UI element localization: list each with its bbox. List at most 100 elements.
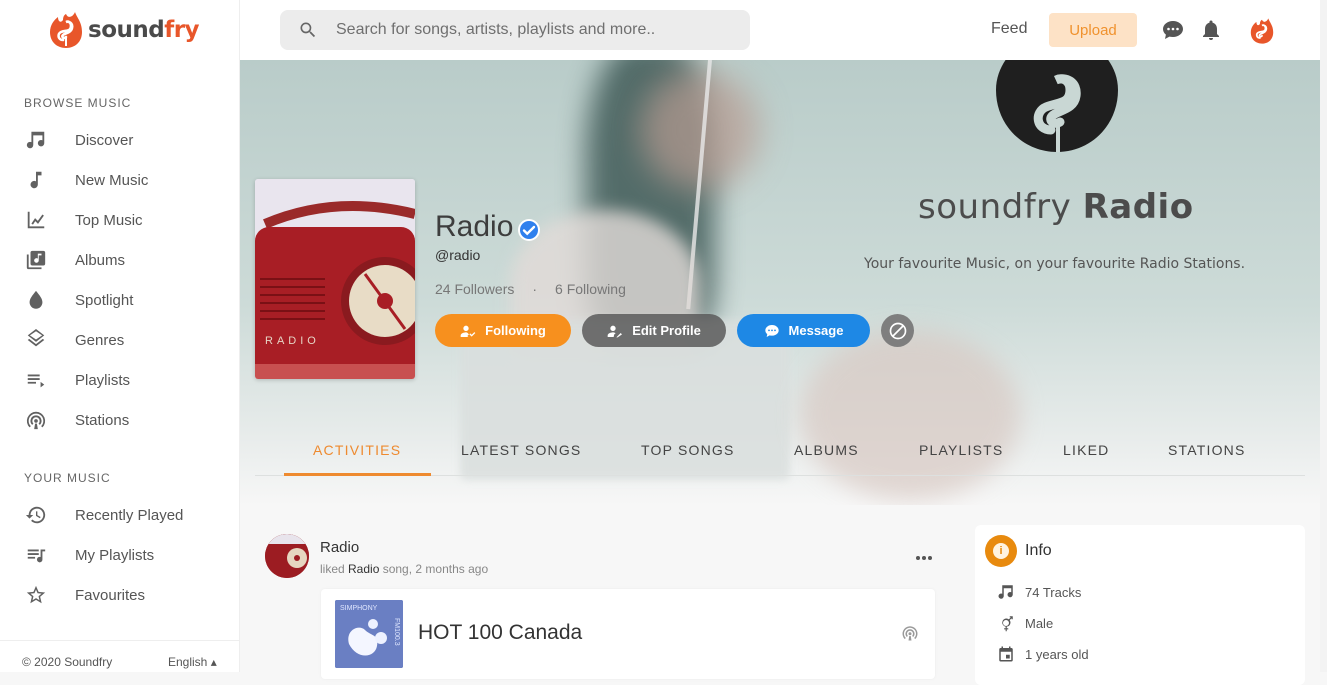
sidebar-item-label: My Playlists (75, 546, 155, 564)
message-button[interactable]: Message (737, 314, 870, 347)
playlist-play-icon (24, 368, 48, 392)
track-title[interactable]: HOT 100 Canada (418, 621, 582, 645)
sidebar-item-label: Stations (75, 411, 130, 429)
verified-badge-icon (518, 219, 540, 241)
upload-button[interactable]: Upload (1049, 13, 1137, 47)
language-selector[interactable]: English ▴ (168, 655, 217, 669)
logo-text: soundfry (88, 17, 200, 43)
info-title: Info (1025, 542, 1052, 559)
user-avatar[interactable] (1248, 17, 1276, 45)
sidebar-item-top-music[interactable]: Top Music (24, 205, 224, 235)
podcast-antenna-icon (24, 408, 48, 432)
sidebar-item-label: Discover (75, 131, 134, 149)
block-button[interactable] (881, 314, 914, 347)
layers-icon (24, 328, 48, 352)
activity-user-name[interactable]: Radio (320, 539, 359, 556)
banner-subtitle: Your favourite Music, on your favourite … (864, 256, 1246, 272)
sidebar-item-label: Recently Played (75, 506, 184, 524)
tab-liked[interactable]: LIKED (1063, 442, 1109, 458)
sidebar-item-discover[interactable]: Discover (24, 125, 224, 155)
tab-latest-songs[interactable]: LATEST SONGS (461, 442, 581, 458)
gender-icon (1002, 616, 1013, 632)
tab-activities[interactable]: ACTIVITIES (313, 442, 401, 458)
sidebar-item-label: Top Music (75, 211, 143, 229)
following-count[interactable]: 6 Following (555, 281, 626, 297)
browse-music-heading: BROWSE MUSIC (24, 96, 132, 110)
chat-bubble-icon (764, 324, 779, 337)
profile-handle: @radio (435, 247, 481, 263)
edit-profile-button-label: Edit Profile (632, 323, 701, 338)
activity-user-avatar[interactable] (265, 534, 309, 578)
album-library-icon (24, 248, 48, 272)
sidebar-item-spotlight[interactable]: Spotlight (24, 285, 224, 315)
sidebar-item-albums[interactable]: Albums (24, 245, 224, 275)
message-button-label: Message (788, 323, 844, 338)
search-input[interactable] (336, 21, 736, 39)
drop-icon (24, 288, 48, 312)
station-antenna-icon (902, 626, 918, 641)
search-bar[interactable] (280, 10, 750, 50)
soundfry-logo-icon (50, 12, 82, 48)
following-button-label: Following (485, 323, 546, 338)
music-notes-icon (998, 585, 1013, 599)
trending-chart-icon (24, 208, 48, 232)
followers-count[interactable]: 24 Followers (435, 281, 514, 297)
artwork-frequency-text: FM100.3 (393, 618, 400, 646)
sidebar-item-my-playlists[interactable]: My Playlists (24, 540, 224, 570)
info-row-tracks: 74 Tracks (997, 582, 1081, 602)
queue-music-icon (24, 543, 48, 567)
copyright: © 2020 Soundfry (22, 655, 113, 669)
info-row-age: 1 years old (997, 644, 1089, 664)
music-note-icon (24, 168, 48, 192)
active-tab-indicator (284, 473, 431, 476)
tab-top-songs[interactable]: TOP SONGS (641, 442, 735, 458)
top-header: Feed Upload (240, 0, 1327, 60)
feed-link[interactable]: Feed (991, 20, 1027, 38)
sidebar-item-label: Albums (75, 251, 126, 269)
tab-stations[interactable]: STATIONS (1168, 442, 1246, 458)
sidebar-item-label: Spotlight (75, 291, 134, 309)
sidebar-item-label: Genres (75, 331, 125, 349)
messages-icon[interactable] (1161, 18, 1185, 42)
calendar-icon (999, 646, 1013, 662)
sidebar-item-label: Playlists (75, 371, 131, 389)
logo[interactable]: soundfry (46, 10, 200, 50)
block-icon (889, 322, 906, 339)
activity-target-link[interactable]: Radio (348, 562, 379, 576)
cover-text: RADIO (265, 335, 320, 347)
notifications-bell-icon[interactable] (1199, 18, 1223, 42)
star-outline-icon (24, 583, 48, 607)
sidebar-item-genres[interactable]: Genres (24, 325, 224, 355)
history-icon (24, 503, 48, 527)
sidebar-item-label: Favourites (75, 586, 146, 604)
user-edit-icon (607, 325, 623, 337)
sidebar-item-favourites[interactable]: Favourites (24, 580, 224, 610)
banner-title: soundfry Radio (918, 187, 1194, 227)
activity-description: liked Radio song, 2 months ago (320, 562, 489, 576)
profile-cover-image: RADIO (255, 179, 415, 379)
page-scrollbar[interactable] (1320, 0, 1327, 672)
sidebar-item-playlists[interactable]: Playlists (24, 365, 224, 395)
info-card: i Info 74 Tracks Male 1 years old (975, 525, 1305, 685)
more-options-icon[interactable] (912, 548, 936, 568)
search-icon (300, 22, 316, 38)
following-button[interactable]: Following (435, 314, 571, 347)
sidebar-item-label: New Music (75, 171, 149, 189)
info-icon: i (985, 535, 1017, 567)
profile-tabs: ACTIVITIES LATEST SONGS TOP SONGS ALBUMS… (255, 430, 1305, 476)
sidebar-item-recently-played[interactable]: Recently Played (24, 500, 224, 530)
edit-profile-button[interactable]: Edit Profile (582, 314, 726, 347)
music-notes-icon (24, 128, 48, 152)
sidebar-item-new-music[interactable]: New Music (24, 165, 224, 195)
track-card[interactable]: SIMPHONY FM100.3 HOT 100 Canada (321, 589, 935, 679)
tab-albums[interactable]: ALBUMS (794, 442, 859, 458)
profile-name: Radio (435, 210, 514, 243)
tab-playlists[interactable]: PLAYLISTS (919, 442, 1003, 458)
sidebar: soundfry BROWSE MUSIC Discover New Music… (0, 0, 240, 672)
soundfry-brand-mark-icon (996, 60, 1118, 152)
stats-separator: · (532, 281, 538, 297)
artwork-brand-text: SIMPHONY (340, 605, 378, 612)
sidebar-item-stations[interactable]: Stations (24, 405, 224, 435)
your-music-heading: YOUR MUSIC (24, 471, 111, 485)
follow-stats: 24 Followers · 6 Following (435, 281, 626, 297)
